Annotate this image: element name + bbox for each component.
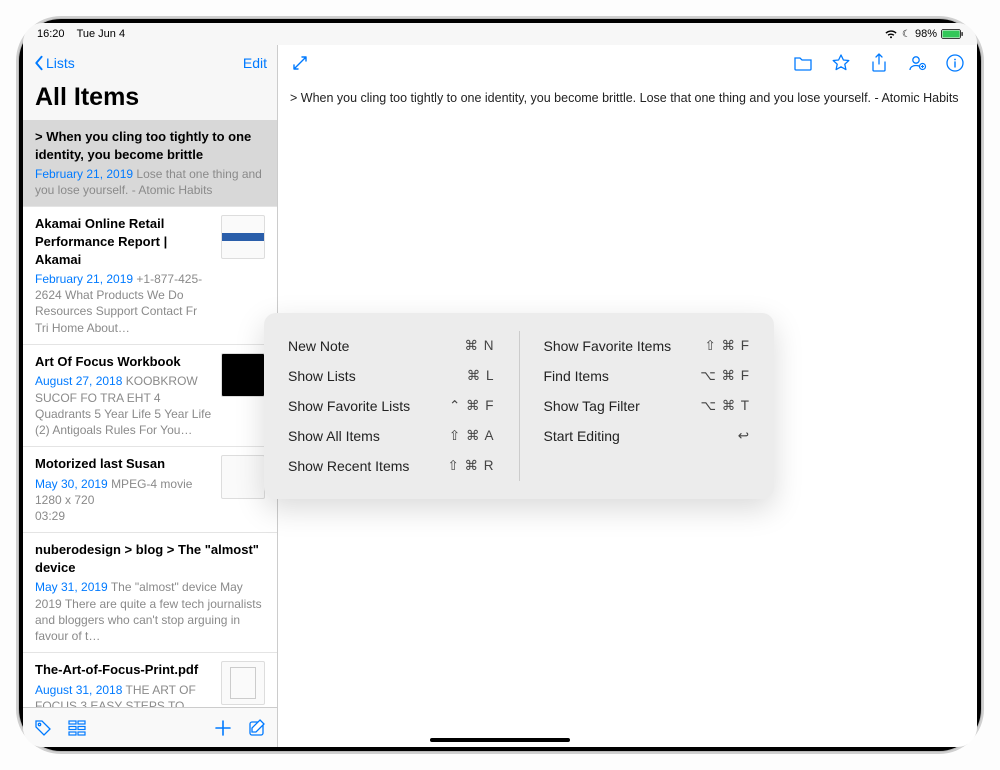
item-date: February 21, 2019 — [35, 167, 133, 181]
battery-percent: 98% — [915, 28, 937, 40]
item-title: nuberodesign > blog > The "almost" devic… — [35, 541, 265, 576]
item-date: May 30, 2019 — [35, 477, 108, 491]
shortcut-column-right: Show Favorite Items⇧ ⌘ F Find Items⌥ ⌘ F… — [520, 331, 775, 481]
item-thumbnail — [221, 215, 265, 259]
detail-toolbar — [278, 45, 977, 81]
back-label: Lists — [46, 55, 75, 71]
home-indicator[interactable] — [430, 738, 570, 742]
person-add-icon[interactable] — [907, 53, 927, 73]
item-date: August 31, 2018 — [35, 683, 122, 697]
shortcut-item[interactable]: Find Items⌥ ⌘ F — [544, 361, 751, 391]
info-icon[interactable] — [945, 53, 965, 73]
expand-icon[interactable] — [290, 53, 310, 73]
item-title: Art Of Focus Workbook — [35, 353, 213, 371]
shortcut-item[interactable]: New Note⌘ N — [288, 331, 495, 361]
shortcut-item[interactable]: Show Recent Items⇧ ⌘ R — [288, 451, 495, 481]
item-title: > When you cling too tightly to one iden… — [35, 128, 265, 163]
shortcut-item[interactable]: Show All Items⇧ ⌘ A — [288, 421, 495, 451]
item-list[interactable]: > When you cling too tightly to one iden… — [23, 120, 277, 707]
item-thumbnail — [221, 455, 265, 499]
item-date: February 21, 2019 — [35, 272, 133, 286]
share-icon[interactable] — [869, 53, 889, 73]
shortcut-item[interactable]: Show Favorite Items⇧ ⌘ F — [544, 331, 751, 361]
status-bar: 16:20 Tue Jun 4 ☾ 98% — [23, 23, 977, 45]
status-left: 16:20 Tue Jun 4 — [37, 28, 125, 40]
item-date: May 31, 2019 — [35, 580, 108, 594]
item-title: Akamai Online Retail Performance Report … — [35, 215, 213, 268]
status-right: ☾ 98% — [884, 28, 963, 40]
item-title: Motorized last Susan — [35, 455, 213, 473]
item-dimensions: 1280 x 720 — [35, 492, 213, 508]
add-icon[interactable] — [213, 718, 233, 738]
folder-icon[interactable] — [793, 53, 813, 73]
compose-icon[interactable] — [247, 718, 267, 738]
list-item[interactable]: nuberodesign > blog > The "almost" devic… — [23, 533, 277, 653]
shortcut-overlay: New Note⌘ N Show Lists⌘ L Show Favorite … — [264, 313, 774, 499]
back-button[interactable]: Lists — [33, 55, 75, 71]
sidebar: Lists Edit All Items > When you cling to… — [23, 45, 278, 747]
item-preview: MPEG-4 movie — [111, 477, 192, 491]
shortcut-item[interactable]: Show Favorite Lists⌃ ⌘ F — [288, 391, 495, 421]
shortcut-column-left: New Note⌘ N Show Lists⌘ L Show Favorite … — [264, 331, 520, 481]
item-title: The-Art-of-Focus-Print.pdf — [35, 661, 213, 679]
page-title: All Items — [23, 81, 277, 120]
shortcut-item[interactable]: Start Editing↩ — [544, 421, 751, 451]
sidebar-toolbar — [23, 707, 277, 747]
sidebar-nav: Lists Edit — [23, 45, 277, 81]
status-time: 16:20 — [37, 28, 65, 40]
list-item[interactable]: The-Art-of-Focus-Print.pdf August 31, 20… — [23, 653, 277, 707]
list-item[interactable]: Art Of Focus Workbook August 27, 2018 KO… — [23, 345, 277, 447]
list-item[interactable]: Motorized last Susan May 30, 2019 MPEG-4… — [23, 447, 277, 533]
tag-icon[interactable] — [33, 718, 53, 738]
status-date: Tue Jun 4 — [77, 28, 126, 40]
list-item[interactable]: Akamai Online Retail Performance Report … — [23, 207, 277, 344]
list-item[interactable]: > When you cling too tightly to one iden… — [23, 120, 277, 207]
wifi-icon — [884, 29, 898, 39]
device-frame: 16:20 Tue Jun 4 ☾ 98% — [0, 0, 1000, 770]
screen: 16:20 Tue Jun 4 ☾ 98% — [23, 23, 977, 747]
chevron-left-icon — [33, 55, 44, 71]
star-icon[interactable] — [831, 53, 851, 73]
dnd-moon-icon: ☾ — [902, 29, 911, 40]
item-thumbnail — [221, 353, 265, 397]
battery-icon — [941, 29, 963, 39]
item-date: August 27, 2018 — [35, 374, 122, 388]
edit-button[interactable]: Edit — [243, 55, 267, 71]
item-thumbnail — [221, 661, 265, 705]
grid-view-icon[interactable] — [67, 718, 87, 738]
item-duration: 03:29 — [35, 508, 213, 524]
shortcut-item[interactable]: Show Tag Filter⌥ ⌘ T — [544, 391, 751, 421]
shortcut-item[interactable]: Show Lists⌘ L — [288, 361, 495, 391]
